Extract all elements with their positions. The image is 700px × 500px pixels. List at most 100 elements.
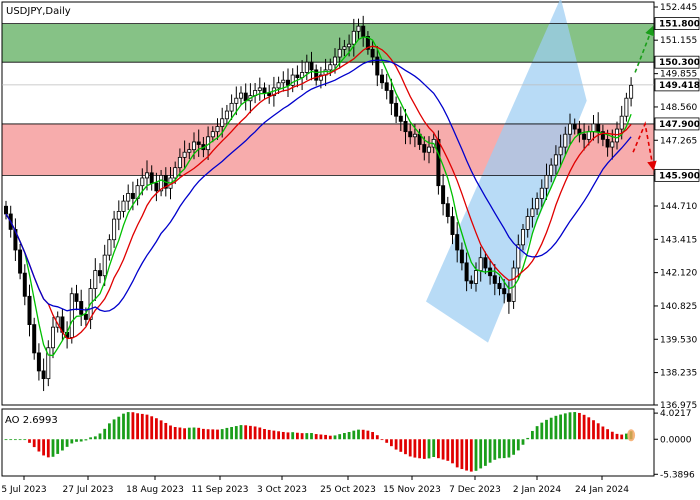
- candle-body-bear: [130, 192, 135, 199]
- candle-body-bull: [191, 141, 196, 151]
- candle-body-bear: [389, 90, 394, 104]
- candle-body-bull: [224, 110, 229, 120]
- ao-bar: [9, 439, 13, 441]
- ao-bar: [192, 427, 196, 440]
- ao-y-tick-label: 0.0000: [660, 435, 692, 445]
- ao-bar: [601, 426, 605, 440]
- candle-body-bear: [605, 138, 610, 148]
- ao-bar: [249, 425, 252, 440]
- ao-bar: [587, 417, 591, 440]
- level-price-label: 151.800: [659, 20, 700, 30]
- ao-bar: [568, 412, 572, 440]
- candle-body-bull: [220, 118, 225, 127]
- candle-body-bull: [356, 25, 361, 32]
- ao-bar: [122, 413, 125, 440]
- y-tick-label: 143.415: [660, 235, 697, 245]
- ao-bar: [310, 433, 313, 440]
- ao-bar: [516, 439, 520, 451]
- ao-bar: [578, 412, 581, 440]
- candle-body-bull: [215, 126, 220, 133]
- ao-bar: [338, 434, 342, 440]
- candle-body-bear: [36, 352, 41, 372]
- x-tick-label: 15 Nov 2023: [383, 485, 441, 495]
- current-price-label: 149.418: [659, 81, 700, 91]
- ao-bar: [277, 431, 280, 440]
- ao-bar: [413, 439, 417, 458]
- candle-body-bear: [243, 92, 248, 102]
- ao-bar: [319, 434, 323, 440]
- y-tick-label: 138.235: [660, 369, 697, 379]
- x-tick-label: 24 Jan 2024: [575, 485, 629, 495]
- candle-body-bull: [187, 149, 192, 153]
- ao-bar: [620, 434, 624, 440]
- ao-bar: [263, 429, 266, 440]
- ao-bar: [615, 433, 619, 440]
- ao-bar: [502, 439, 506, 459]
- ao-bar: [225, 427, 229, 440]
- ao-bar: [145, 414, 149, 440]
- ao-bar: [441, 439, 445, 460]
- ao-y-tick-label: -5.3896: [660, 470, 695, 480]
- ao-bar: [563, 413, 567, 440]
- ao-bar: [173, 427, 177, 440]
- ao-bar: [451, 439, 454, 464]
- ao-bar: [150, 416, 154, 440]
- ao-bar: [488, 439, 492, 463]
- candle-body-bull: [304, 61, 309, 73]
- ao-bar: [366, 430, 370, 440]
- ao-bar: [258, 427, 262, 440]
- ao-bar: [65, 439, 69, 447]
- candle-body-bear: [154, 182, 159, 192]
- candle-body-bull: [525, 216, 530, 230]
- y-tick-label: 149.855: [660, 70, 697, 80]
- candle-body-bull: [144, 172, 149, 179]
- ao-bar: [394, 439, 398, 450]
- candle-body-bull: [412, 133, 417, 138]
- ao-bar: [103, 428, 107, 440]
- ao-bar: [4, 439, 8, 441]
- ao-bar: [521, 439, 525, 445]
- ao-y-tick-label: 4.0217: [660, 409, 692, 419]
- level-price-label: 150.300: [659, 58, 700, 68]
- candle-body-bear: [314, 69, 319, 81]
- ao-bar: [399, 439, 403, 452]
- ao-bar: [187, 427, 191, 440]
- level-price-label: 147.900: [659, 120, 700, 130]
- candle-body-bull: [530, 208, 535, 217]
- ao-bar: [281, 431, 285, 440]
- candle-body-bull: [126, 192, 131, 202]
- x-tick-label: 7 Dec 2023: [449, 485, 501, 495]
- candle-body-bear: [32, 324, 37, 354]
- candle-body-bull: [591, 123, 596, 133]
- candle-body-bull: [619, 115, 624, 130]
- ao-bar: [592, 420, 595, 440]
- x-tick-label: 27 Jul 2023: [63, 485, 114, 495]
- ao-bar: [573, 412, 577, 440]
- ao-bar: [272, 430, 276, 440]
- ao-bar: [117, 416, 121, 440]
- y-tick-label: 151.155: [660, 36, 697, 46]
- ao-bar: [314, 434, 318, 440]
- candle-body-bear: [506, 293, 511, 302]
- candle-body-bear: [309, 61, 314, 71]
- ao-bar: [159, 420, 163, 440]
- candle-body-bull: [173, 167, 178, 179]
- ao-bar: [51, 439, 55, 457]
- candle-body-bear: [22, 272, 27, 297]
- ao-bar: [493, 439, 497, 460]
- ao-bar: [484, 439, 487, 466]
- ao-bar: [234, 426, 238, 440]
- candle-body-bull: [553, 154, 558, 166]
- ao-bar: [32, 439, 36, 448]
- ao-bar: [14, 439, 17, 441]
- ao-bar: [446, 439, 450, 461]
- ao-bar: [535, 426, 539, 440]
- y-tick-label: 140.825: [660, 302, 697, 312]
- candle-body-bull: [238, 92, 243, 99]
- candle-body-bear: [492, 275, 497, 284]
- ao-label: AO 2.6993: [5, 415, 58, 426]
- ao-bar: [18, 439, 22, 441]
- candle-body-bear: [502, 288, 507, 295]
- ao-last-marker: [627, 429, 636, 442]
- candle-body-bull: [539, 187, 544, 199]
